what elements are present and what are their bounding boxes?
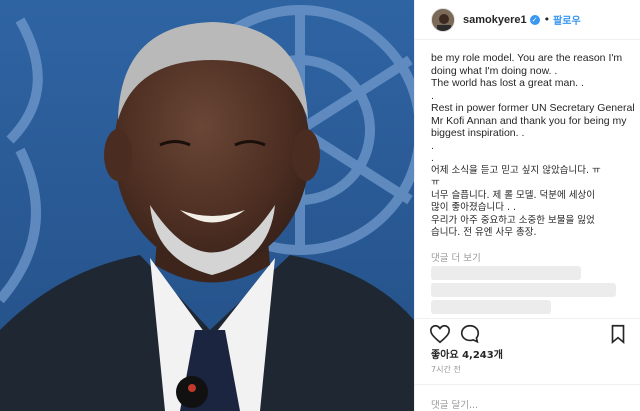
caption-line: .: [431, 139, 434, 152]
avatar-image: [432, 8, 454, 31]
caption-line: 어제 소식을 듣고 믿고 싶지 않았습니다. ㅠ: [431, 164, 601, 176]
caption-line: .: [431, 152, 434, 164]
likes-count[interactable]: 좋아요 4,243개: [431, 346, 503, 361]
caption-line: 습니다. 전 유엔 사무 총장.: [431, 227, 537, 238]
post-photo[interactable]: [0, 0, 414, 411]
comment-box: [415, 384, 640, 411]
view-more-comments-link[interactable]: 댓글 더 보기: [431, 250, 481, 264]
verified-badge-icon: ✓: [529, 14, 540, 25]
post-header: samokyere1 ✓ • 팔로우: [415, 0, 640, 40]
portrait-image: [0, 0, 414, 411]
blurred-comment: [431, 266, 581, 280]
separator-dot: •: [543, 13, 551, 26]
post-timestamp[interactable]: 7시간 전: [431, 364, 461, 375]
caption-line: Mr Kofi Annan and thank you for being my: [431, 114, 627, 127]
blurred-comments: [431, 266, 621, 317]
blurred-comment: [431, 283, 616, 297]
caption-line: .: [431, 89, 434, 102]
instagram-post: samokyere1 ✓ • 팔로우 be my role model. You…: [0, 0, 640, 411]
comment-icon[interactable]: [459, 323, 481, 345]
caption-line: doing what I'm doing now. .: [431, 64, 558, 77]
caption-line: 많이 좋아졌습니다 . .: [431, 202, 517, 213]
comment-input[interactable]: [431, 400, 621, 411]
caption-line: be my role model. You are the reason I'm: [431, 52, 623, 64]
avatar[interactable]: [431, 7, 455, 32]
follow-button[interactable]: 팔로우: [553, 12, 581, 27]
post-side-panel: samokyere1 ✓ • 팔로우 be my role model. You…: [414, 0, 640, 411]
action-bar: [415, 318, 640, 348]
caption-line: Rest in power former UN Secretary Genera…: [431, 102, 635, 114]
caption-line: 너무 슬픕니다. 제 롤 모델. 덕분에 세상이: [431, 189, 595, 201]
caption-line: 우리가 아주 중요하고 소중한 보물을 잃었: [431, 214, 595, 226]
bookmark-icon[interactable]: [607, 323, 629, 345]
blurred-comment: [431, 300, 551, 314]
heart-icon[interactable]: [429, 323, 451, 345]
caption-line: The world has lost a great man. .: [431, 77, 584, 89]
post-caption: be my role model. You are the reason I'm…: [431, 52, 635, 248]
caption-line: ㅠ: [431, 177, 440, 188]
username-link[interactable]: samokyere1: [463, 14, 527, 26]
caption-line: biggest inspiration. .: [431, 127, 525, 139]
